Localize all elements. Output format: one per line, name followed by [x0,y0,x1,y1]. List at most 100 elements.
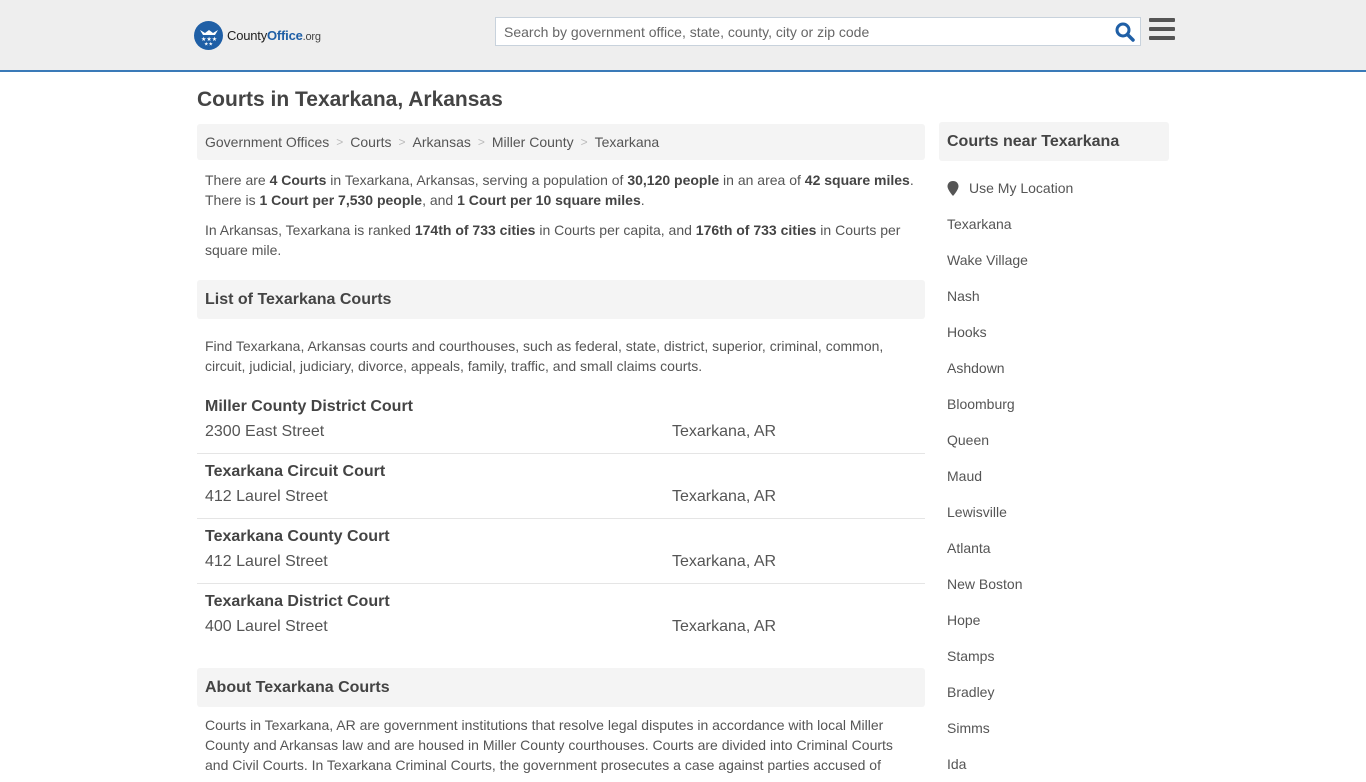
nearby-city-link[interactable]: Ashdown [947,360,1005,376]
court-list-item: Miller County District Court 2300 East S… [197,394,925,454]
summary-text: , and [422,192,458,208]
court-list: Miller County District Court 2300 East S… [197,394,925,649]
nearby-city-link[interactable]: Lewisville [947,504,1007,520]
nearby-city-item: Bloomburg [947,386,1169,422]
ranking-paragraph: In Arkansas, Texarkana is ranked 174th o… [197,220,925,260]
court-name-link[interactable]: Miller County District Court [205,397,413,417]
court-name-link[interactable]: Texarkana District Court [205,592,390,612]
nearby-city-link[interactable]: Atlanta [947,540,991,556]
summary-text: in Texarkana, Arkansas, serving a popula… [326,172,628,188]
list-intro: Find Texarkana, Arkansas courts and cour… [205,338,884,374]
main-content: Government Offices > Courts > Arkansas >… [197,124,925,649]
population: 30,120 people [627,172,720,188]
nearby-city-item: Bradley [947,674,1169,710]
site-logo[interactable]: ★★★ ★★ CountyOffice.org [194,20,321,50]
nearby-city-link[interactable]: Bradley [947,684,994,700]
summary-text: . [640,192,645,208]
nearby-city-item: New Boston [947,566,1169,602]
search-input[interactable] [496,18,1096,45]
nearby-city-link[interactable]: Ida [947,756,966,772]
court-count: 4 Courts [269,172,327,188]
nearby-city-link[interactable]: Simms [947,720,990,736]
nearby-city-link[interactable]: New Boston [947,576,1022,592]
nearby-city-item: Maud [947,458,1169,494]
page-title: Courts in Texarkana, Arkansas [197,88,503,111]
area: 42 square miles [804,172,910,188]
court-list-item: Texarkana County Court 412 Laurel Street… [197,519,925,584]
rank-per-area: 176th of 733 cities [695,222,817,238]
top-header-bar: ★★★ ★★ CountyOffice.org [0,0,1366,72]
summary-text: There are [205,172,270,188]
nearby-cities-list: Texarkana Wake Village Nash Hooks Ashdow… [939,206,1169,782]
nearby-city-link[interactable]: Hooks [947,324,987,340]
nearby-city-item: Wake Village [947,242,1169,278]
nearby-city-item: Atlanta [947,530,1169,566]
nearby-city-item: Nash [947,278,1169,314]
nearby-city-item: Lewisville [947,494,1169,530]
nearby-city-link[interactable]: Nash [947,288,980,304]
about-text: Courts in Texarkana, AR are government i… [205,717,893,773]
court-address: 412 Laurel Street [205,488,328,505]
breadcrumb-separator-icon: > [580,135,588,149]
ranking-text: in Courts per capita, and [535,222,696,238]
about-heading: About Texarkana Courts [197,668,925,707]
nearby-city-item: Hooks [947,314,1169,350]
court-address: 2300 East Street [205,423,325,440]
court-list-item: Texarkana Circuit Court 412 Laurel Stree… [197,454,925,519]
breadcrumb-texarkana[interactable]: Texarkana [595,134,660,150]
search-button[interactable] [1114,21,1136,43]
court-list-item: Texarkana District Court 400 Laurel Stre… [197,584,925,649]
breadcrumb: Government Offices > Courts > Arkansas >… [197,124,925,160]
court-city: Texarkana, AR [672,618,777,635]
logo-brand-office: Office [267,27,303,43]
nearby-city-item: Stamps [947,638,1169,674]
court-city: Texarkana, AR [672,553,777,570]
breadcrumb-separator-icon: > [477,135,485,149]
nearby-city-link[interactable]: Hope [947,612,980,628]
nearby-city-item: Queen [947,422,1169,458]
nearby-city-link[interactable]: Texarkana [947,216,1012,232]
nearby-city-link[interactable]: Queen [947,432,989,448]
use-my-location-link[interactable]: Use My Location [969,180,1073,196]
nearby-city-link[interactable]: Wake Village [947,252,1028,268]
search-icon [1115,22,1135,42]
court-name-link[interactable]: Texarkana County Court [205,527,390,547]
court-address: 412 Laurel Street [205,553,328,570]
court-name-link[interactable]: Texarkana Circuit Court [205,462,385,482]
breadcrumb-government-offices[interactable]: Government Offices [205,134,329,150]
about-section: About Texarkana Courts [197,668,925,707]
logo-brand-org: .org [302,30,321,43]
nearby-city-link[interactable]: Stamps [947,648,994,664]
summary-text: in an area of [719,172,805,188]
courts-per-people: 1 Court per 7,530 people [259,192,423,208]
list-heading: List of Texarkana Courts [197,280,925,319]
sidebar: Courts near Texarkana Use My Location Te… [939,122,1169,782]
rank-per-capita: 174th of 733 cities [414,222,536,238]
logo-text: CountyOffice.org [227,28,321,43]
nearby-city-link[interactable]: Bloomburg [947,396,1015,412]
sidebar-heading: Courts near Texarkana [939,122,1169,161]
search-box [495,17,1141,46]
map-marker-icon [947,180,959,196]
court-city: Texarkana, AR [672,488,777,505]
nearby-city-item: Ashdown [947,350,1169,386]
breadcrumb-separator-icon: > [398,135,406,149]
nearby-city-item: Texarkana [947,206,1169,242]
courts-per-area: 1 Court per 10 square miles [457,192,641,208]
breadcrumb-separator-icon: > [336,135,344,149]
summary-paragraph: There are 4 Courts in Texarkana, Arkansa… [197,170,925,210]
eagle-stars-icon: ★★★ ★★ [194,20,223,50]
hamburger-menu-icon[interactable] [1149,18,1175,42]
breadcrumb-arkansas[interactable]: Arkansas [413,134,471,150]
ranking-text: In Arkansas, Texarkana is ranked [205,222,415,238]
logo-brand-county: County [227,27,267,43]
nearby-city-item: Ida [947,746,1169,782]
court-city: Texarkana, AR [672,423,777,440]
court-address: 400 Laurel Street [205,618,328,635]
svg-text:★★: ★★ [204,42,213,47]
breadcrumb-miller-county[interactable]: Miller County [492,134,574,150]
use-location-row: Use My Location [939,178,1169,198]
breadcrumb-courts[interactable]: Courts [350,134,391,150]
nearby-city-link[interactable]: Maud [947,468,982,484]
nearby-city-item: Simms [947,710,1169,746]
